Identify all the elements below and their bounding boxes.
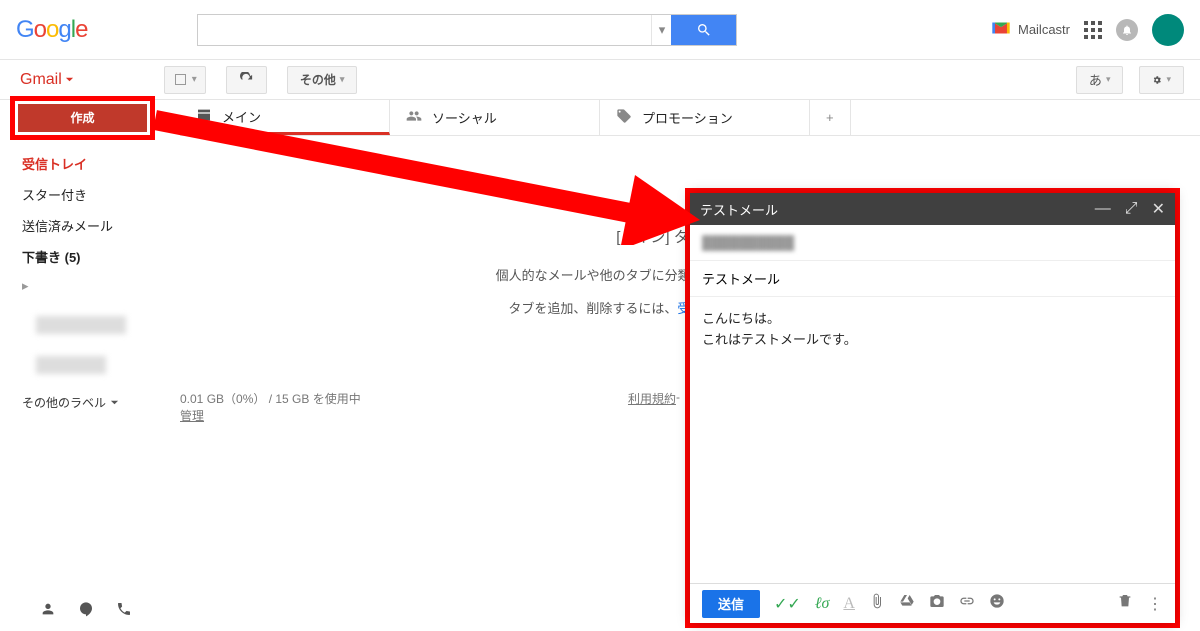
refresh-icon (239, 72, 254, 87)
mail-toolbar: ▾ その他 ▾ (164, 66, 358, 94)
notifications-icon[interactable] (1116, 19, 1138, 41)
toolbar: Gmail ▾ その他 ▾ あ ▾ ▾ (0, 60, 1200, 100)
storage-info: 0.01 GB（0%） / 15 GB を使用中 管理 (180, 390, 361, 631)
promotions-icon (616, 108, 632, 127)
compose-body-line: こんにちは。 (702, 309, 1163, 330)
sidebar: 作成 受信トレイ スター付き 送信済みメール 下書き (5) ▸ その他のラベル (0, 100, 170, 411)
close-icon[interactable]: ✕ (1152, 199, 1165, 219)
lang-label: あ (1089, 70, 1102, 89)
compose-highlight-annotation: 作成 (10, 96, 155, 140)
nav-list: 受信トレイ スター付き 送信済みメール 下書き (5) ▸ (0, 146, 170, 374)
tab-label: プロモーション (642, 108, 733, 127)
trash-icon[interactable] (1117, 593, 1133, 614)
tab-label: メイン (222, 107, 261, 126)
search-bar: ▾ (197, 14, 737, 46)
nav-drafts[interactable]: 下書き (5) (22, 247, 170, 266)
compose-to-value: ██████████ (702, 235, 794, 250)
more-button[interactable]: その他 ▾ (287, 66, 358, 94)
hangouts-icon[interactable] (78, 601, 94, 620)
more-options-icon[interactable]: ⋮ (1147, 594, 1163, 614)
chevron-down-icon (65, 75, 74, 84)
compose-title: テストメール (700, 200, 1095, 219)
expand-icon[interactable]: ⤢ (1125, 200, 1138, 218)
mailcastr-label: Mailcastr (1018, 22, 1070, 37)
compose-subject-row[interactable] (690, 261, 1175, 297)
gear-icon (1152, 75, 1162, 85)
redacted-label (36, 356, 106, 374)
mailcastr-track-icon[interactable]: ✓✓ (774, 594, 801, 614)
compose-to-row[interactable]: ██████████ (690, 225, 1175, 261)
google-logo[interactable]: Google (16, 16, 87, 44)
select-all-button[interactable]: ▾ (164, 66, 206, 94)
compose-button[interactable]: 作成 (18, 104, 147, 132)
input-method-button[interactable]: あ ▾ (1076, 66, 1124, 94)
hangouts-icons (40, 601, 132, 620)
terms-link[interactable]: 利用規約 (628, 390, 676, 631)
minimize-icon[interactable]: — (1095, 200, 1111, 218)
manage-storage-link[interactable]: 管理 (180, 407, 361, 424)
send-button[interactable]: 送信 (702, 590, 760, 618)
header: Google ▾ Mailcastr (0, 0, 1200, 60)
more-label: その他 (300, 71, 336, 88)
compose-window-controls: — ⤢ ✕ (1095, 199, 1165, 219)
category-tabs: メイン ソーシャル プロモーション + (180, 100, 1200, 136)
primary-icon (196, 107, 212, 126)
chevron-down-icon (110, 398, 119, 407)
tab-add[interactable]: + (810, 100, 851, 135)
nav-starred[interactable]: スター付き (22, 185, 170, 204)
more-labels-toggle[interactable]: その他のラベル (22, 394, 170, 411)
checkbox-icon (175, 74, 186, 85)
tab-social[interactable]: ソーシャル (390, 100, 600, 135)
search-icon (696, 22, 712, 38)
mailcastr-icon (990, 17, 1012, 42)
account-avatar[interactable] (1152, 14, 1184, 46)
more-labels-text: その他のラベル (22, 394, 106, 411)
compose-body-line: これはテストメールです。 (702, 330, 1163, 351)
compose-body[interactable]: こんにちは。 これはテストメールです。 (690, 297, 1175, 583)
nav-inbox[interactable]: 受信トレイ (22, 154, 170, 173)
header-right: Mailcastr (990, 14, 1184, 46)
tab-label: ソーシャル (432, 108, 497, 127)
compose-highlight-annotation-2: テストメール — ⤢ ✕ ██████████ こんにちは。 これはテストメール… (685, 188, 1180, 628)
format-icon[interactable]: A (843, 595, 855, 613)
gmail-product-label[interactable]: Gmail (20, 71, 74, 89)
photo-icon[interactable] (929, 593, 945, 614)
search-button[interactable] (671, 15, 736, 45)
attach-icon[interactable] (869, 593, 885, 614)
phone-icon[interactable] (116, 601, 132, 620)
gmail-label-text: Gmail (20, 71, 62, 89)
drive-icon[interactable] (899, 593, 915, 614)
tab-primary[interactable]: メイン (180, 100, 390, 135)
person-icon[interactable] (40, 601, 56, 620)
nav-sent[interactable]: 送信済みメール (22, 216, 170, 235)
social-icon (406, 108, 422, 127)
tab-promotions[interactable]: プロモーション (600, 100, 810, 135)
compose-toolbar: 送信 ✓✓ ℓσ A ⋮ (690, 583, 1175, 623)
refresh-button[interactable] (226, 66, 267, 94)
search-input[interactable] (198, 15, 651, 45)
mailcastr-button[interactable]: Mailcastr (990, 17, 1070, 42)
link-icon[interactable] (959, 593, 975, 614)
compose-window: テストメール — ⤢ ✕ ██████████ こんにちは。 これはテストメール… (690, 193, 1175, 623)
compose-titlebar[interactable]: テストメール — ⤢ ✕ (690, 193, 1175, 225)
emoji-icon[interactable] (989, 593, 1005, 614)
settings-button[interactable]: ▾ (1139, 66, 1184, 94)
search-options-dropdown[interactable]: ▾ (651, 15, 671, 45)
compose-subject-input[interactable] (702, 271, 1163, 286)
apps-icon[interactable] (1084, 21, 1102, 39)
redacted-label (36, 316, 126, 334)
signature-icon[interactable]: ℓσ (815, 595, 830, 613)
